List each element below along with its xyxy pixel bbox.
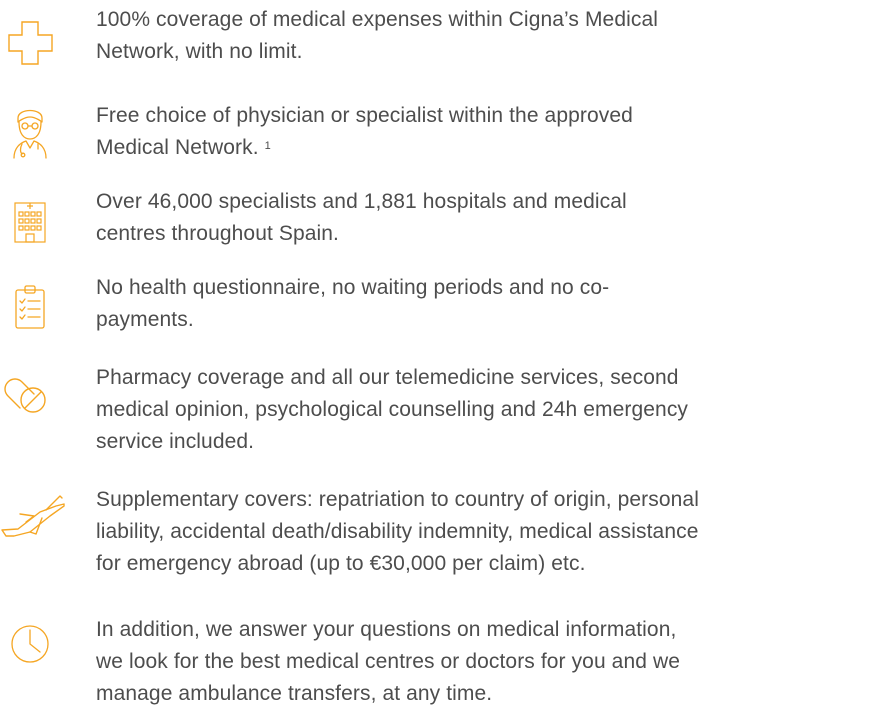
benefit-text: Over 46,000 specialists and 1,881 hospit…: [96, 190, 627, 245]
airplane-icon: [0, 484, 65, 544]
benefit-text: Pharmacy coverage and all our telemedici…: [96, 366, 689, 453]
footnote-marker: 1: [264, 140, 271, 152]
clock-icon: [0, 614, 60, 674]
benefit-text: Supplementary covers: repatriation to co…: [96, 488, 699, 575]
hospital-building-icon: [0, 186, 60, 246]
benefit-text: In addition, we answer your questions on…: [96, 618, 680, 705]
doctor-icon: [0, 100, 60, 160]
benefit-text: Free choice of physician or specialist w…: [96, 104, 633, 159]
benefit-text: No health questionnaire, no waiting peri…: [96, 276, 610, 331]
medical-cross-icon: [0, 4, 60, 65]
benefit-text: 100% coverage of medical expenses within…: [96, 8, 659, 63]
clipboard-checklist-icon: [0, 272, 60, 332]
pills-icon: [0, 362, 60, 422]
